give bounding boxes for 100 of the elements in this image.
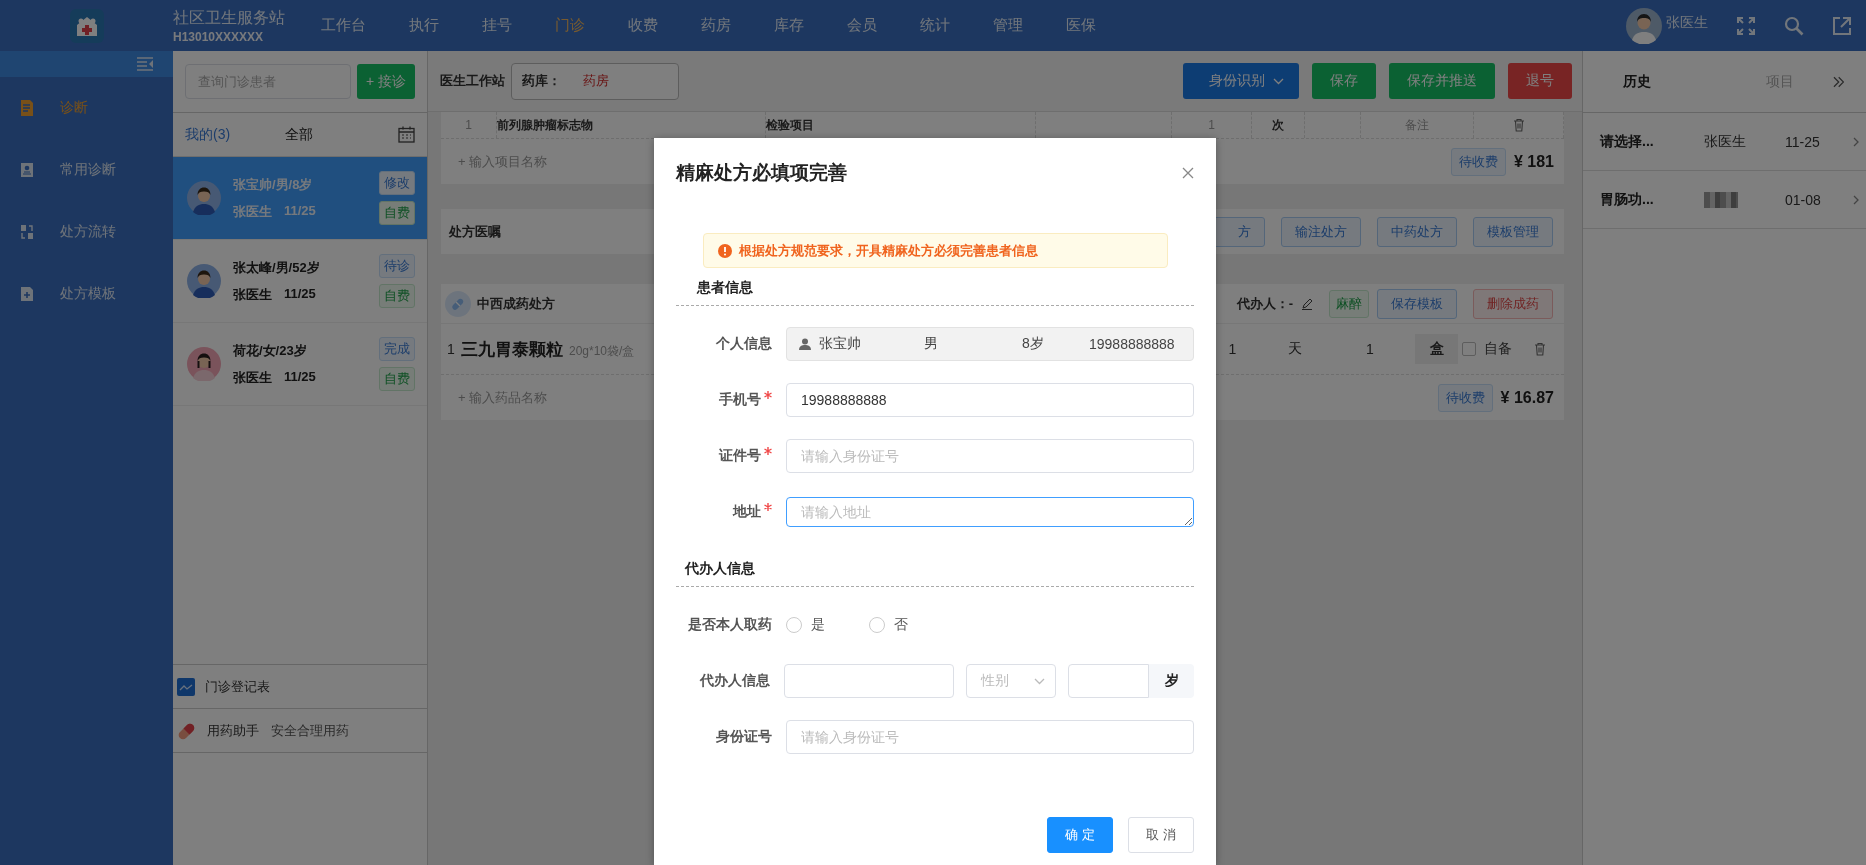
person-icon	[799, 338, 811, 350]
sidebar-item[interactable]: 处方模板	[0, 263, 173, 325]
add-document-icon	[20, 286, 34, 302]
pill-icon	[445, 290, 471, 317]
card-title: 中西成药处方	[477, 294, 555, 313]
patient-row[interactable]: 张太峰/男/52岁 张医生 11/25 待诊 自费	[173, 240, 427, 323]
tool-row[interactable]: 门诊登记表	[173, 664, 427, 708]
field-label: 是否本人取药	[688, 616, 772, 634]
dropdown-button[interactable]: 身份识别	[1183, 63, 1299, 99]
visit-date: 11/25	[284, 368, 316, 386]
external-link-icon[interactable]	[1832, 15, 1852, 36]
row-index: 1	[446, 341, 456, 357]
section-title: 代办人信息	[676, 558, 1194, 587]
input-field[interactable]: 19988888888	[786, 383, 1194, 417]
pharmacy-select[interactable]: 药库： 药房	[511, 62, 679, 100]
field-label: 个人信息	[716, 335, 772, 353]
nav-tab[interactable]: 会员	[847, 16, 877, 35]
calendar-icon[interactable]	[398, 126, 415, 143]
radio-option[interactable]: 是	[786, 616, 825, 634]
input-field[interactable]	[784, 664, 954, 698]
total-amount: ¥ 181	[1513, 152, 1554, 171]
nav-tab[interactable]: 库存	[774, 16, 804, 35]
save-template-button[interactable]: 保存模板	[1377, 288, 1457, 319]
cancel-registration-button[interactable]: 退号	[1508, 63, 1572, 99]
radio-option[interactable]: 否	[869, 616, 908, 634]
history-row[interactable]: 请选择... 张医生 11-25	[1583, 113, 1866, 171]
nav-tab[interactable]: 收费	[628, 16, 658, 35]
gender-select[interactable]: 性别	[966, 664, 1056, 698]
tool-row[interactable]: 用药助手 安全合理用药	[173, 708, 427, 752]
contact-card-icon	[20, 162, 34, 178]
chevron-right-icon	[1853, 194, 1860, 205]
save-button[interactable]: 保存并推送	[1389, 63, 1495, 99]
record-title: 请选择...	[1600, 132, 1655, 151]
field-value: 男	[924, 335, 939, 353]
nav-tab[interactable]: 医保	[1066, 16, 1096, 35]
edit-icon[interactable]	[1301, 297, 1313, 310]
sidebar-item[interactable]: 诊断	[0, 77, 173, 139]
panel-tab[interactable]: 历史	[1623, 72, 1728, 91]
history-row[interactable]: 胃肠功... 01-08	[1583, 171, 1866, 229]
chart-icon	[177, 677, 195, 696]
fee-tag: 自费	[379, 367, 415, 391]
confirm-button[interactable]: 确 定	[1047, 817, 1113, 853]
collapse-menu-icon[interactable]	[137, 57, 153, 71]
patient-row[interactable]: 荷花/女/23岁 张医生 11/25 完成 自费	[173, 323, 427, 406]
record-title: 胃肠功...	[1600, 190, 1655, 209]
trash-icon[interactable]	[1532, 342, 1547, 356]
avatar-icon	[1626, 7, 1662, 44]
trash-icon[interactable]	[1511, 118, 1526, 132]
fullscreen-icon[interactable]	[1736, 15, 1756, 36]
document-icon	[20, 100, 34, 116]
status-tag: 待诊	[379, 254, 415, 278]
nav-tab[interactable]: 工作台	[321, 16, 366, 35]
nav-tab[interactable]: 门诊	[555, 16, 585, 35]
nav-tab[interactable]: 执行	[409, 16, 439, 35]
fee-tag: 自费	[379, 284, 415, 308]
anesthetic-tag: 麻醉	[1329, 289, 1369, 318]
prescription-button[interactable]: 模板管理	[1473, 216, 1553, 247]
field-label: 手机号	[719, 391, 761, 409]
total-amount: ¥ 16.87	[1500, 388, 1554, 407]
nav-tab[interactable]: 管理	[993, 16, 1023, 35]
nav-tab[interactable]: 挂号	[482, 16, 512, 35]
cancel-button[interactable]: 取 消	[1128, 817, 1194, 853]
table-cell-text: 1	[1227, 341, 1238, 357]
list-tab[interactable]: 我的(3)	[185, 125, 231, 144]
table-cell: 次	[1252, 112, 1305, 138]
admit-button[interactable]: + 接诊	[357, 64, 415, 99]
field-value: 19988888888	[1089, 336, 1176, 352]
nav-tab[interactable]: 统计	[920, 16, 950, 35]
prescription-button[interactable]: 中药处方	[1377, 216, 1457, 247]
warning-icon	[718, 243, 732, 258]
agent-label: 代办人：-	[1236, 294, 1293, 313]
patient-doctor: 张医生	[233, 202, 272, 221]
card-title: 处方医嘱	[449, 222, 501, 241]
search-icon[interactable]	[1784, 15, 1804, 36]
field-label: 地址	[733, 503, 761, 521]
field-value: 8岁	[1022, 335, 1045, 353]
alert-text: 根据处方规范要求，开具精麻处方必须完善患者信息	[739, 241, 1038, 260]
male-avatar-icon	[187, 181, 221, 215]
double-chevron-icon[interactable]	[1832, 75, 1844, 88]
checkbox[interactable]	[1462, 342, 1476, 356]
transfer-icon	[20, 224, 34, 240]
tool-hint: 安全合理用药	[271, 721, 349, 740]
prescription-button[interactable]: 输注处方	[1281, 216, 1361, 247]
delete-button[interactable]: 删除成药	[1473, 288, 1553, 319]
table-cell-text: 1	[1365, 341, 1375, 357]
close-icon[interactable]	[1182, 167, 1194, 179]
field-label: 身份证号	[716, 728, 772, 746]
text-area[interactable]: 请输入地址	[786, 497, 1194, 527]
patient-row[interactable]: 张宝帅/男/8岁 张医生 11/25 修改 自费	[173, 157, 427, 240]
list-tab[interactable]: 全部	[285, 125, 314, 144]
visit-date: 11/25	[284, 202, 316, 220]
male-avatar-icon	[187, 264, 221, 298]
input-field[interactable]: 请输入身份证号	[786, 439, 1194, 473]
user-name: 张医生	[1666, 13, 1708, 32]
sidebar-item[interactable]: 常用诊断	[0, 139, 173, 201]
nav-tab[interactable]: 药房	[701, 16, 731, 35]
record-date: 11-25	[1785, 133, 1821, 150]
sidebar-item[interactable]: 处方流转	[0, 201, 173, 263]
save-button[interactable]: 保存	[1312, 63, 1376, 99]
input-field[interactable]: 请输入身份证号	[786, 720, 1194, 754]
